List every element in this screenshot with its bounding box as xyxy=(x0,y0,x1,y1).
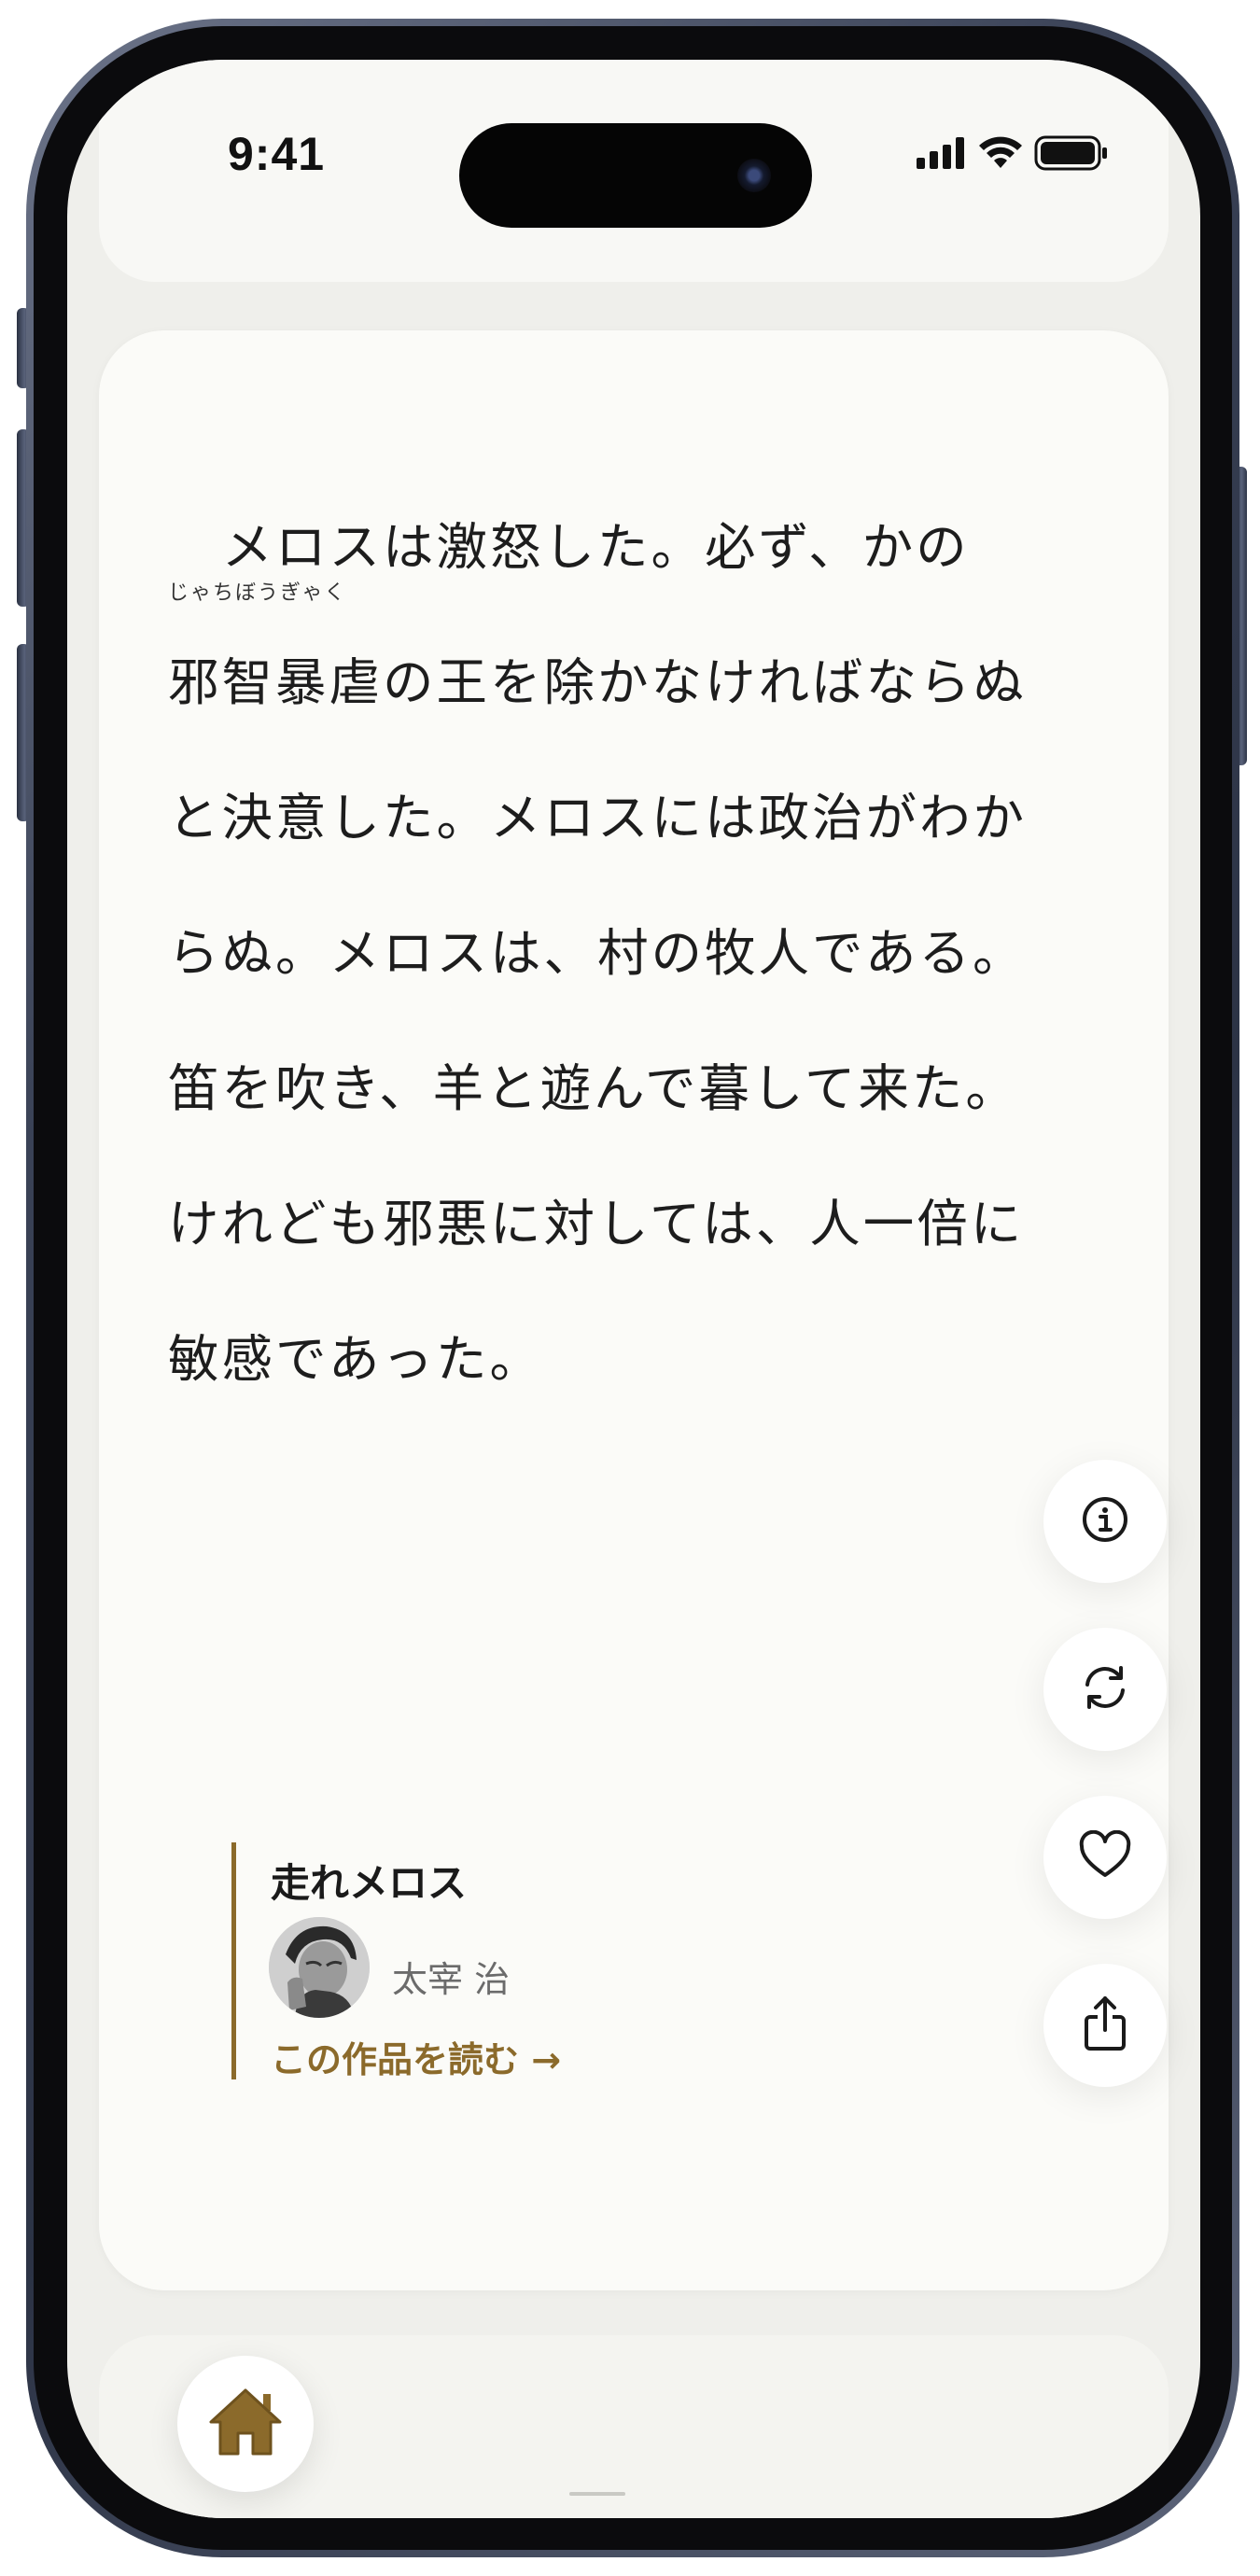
passage-line-text: らぬ。メロスは、村の牧人である。 xyxy=(168,923,1027,983)
battery-icon xyxy=(1034,135,1109,175)
passage-line-text: メロスは激怒した。必ず、かの xyxy=(168,517,970,577)
passage-line: らぬ。メロスは、村の牧人である。 xyxy=(168,912,1111,1047)
passage-line: けれども邪悪に対しては、人一倍に xyxy=(168,1183,1111,1318)
read-work-link[interactable]: この作品を読む → xyxy=(271,2031,561,2082)
quote-card: メロスは激怒した。必ず、かの じゃちぼうぎゃく 邪智暴虐の王を除かなければならぬ… xyxy=(99,330,1169,2290)
front-camera xyxy=(737,159,771,192)
author-name: 太宰 治 xyxy=(392,1959,511,2000)
share-button[interactable] xyxy=(1043,1964,1167,2087)
passage-line: 笛を吹き、羊と遊んで暮して来た。 xyxy=(168,1047,1111,1183)
dynamic-island xyxy=(459,123,812,228)
home-button[interactable] xyxy=(177,2356,314,2492)
passage-line-text: と決意した。メロスには政治がわか xyxy=(168,788,1028,847)
passage-line: 敏感であった。 xyxy=(168,1318,1111,1453)
passage-line: じゃちぼうぎゃく 邪智暴虐の王を除かなければならぬ xyxy=(168,581,1111,777)
furigana: じゃちぼうぎゃく xyxy=(168,581,347,605)
wifi-icon xyxy=(978,136,1023,174)
refresh-button[interactable] xyxy=(1043,1628,1167,1751)
home-indicator xyxy=(569,2492,625,2496)
passage-line-text: 敏感であった。 xyxy=(168,1329,543,1389)
author-avatar[interactable] xyxy=(269,1917,370,2018)
home-icon xyxy=(207,2387,284,2461)
status-icons xyxy=(917,135,1109,175)
passage-line-text: 笛を吹き、羊と遊んで暮して来た。 xyxy=(168,1058,1019,1118)
passage-line: メロスは激怒した。必ず、かの xyxy=(168,506,1111,641)
accent-bar xyxy=(231,1842,236,2079)
info-icon xyxy=(1079,1493,1131,1549)
passage-text: メロスは激怒した。必ず、かの じゃちぼうぎゃく 邪智暴虐の王を除かなければならぬ… xyxy=(168,506,1111,1453)
refresh-icon xyxy=(1078,1660,1132,1718)
share-icon xyxy=(1079,1995,1131,2056)
status-time: 9:41 xyxy=(228,128,326,180)
favorite-button[interactable] xyxy=(1043,1796,1167,1919)
signal-icon xyxy=(917,137,967,173)
heart-icon xyxy=(1078,1829,1132,1884)
passage-line: と決意した。メロスには政治がわか xyxy=(168,777,1111,912)
phone-bezel: 9:41 メロスは激怒した。必ず、かの じゃちぼうぎゃく 邪智暴虐の王を除かなけ… xyxy=(34,26,1232,2550)
passage-line-text: けれども邪悪に対しては、人一倍に xyxy=(168,1194,1025,1253)
screen: 9:41 メロスは激怒した。必ず、かの じゃちぼうぎゃく 邪智暴虐の王を除かなけ… xyxy=(67,60,1200,2518)
passage-line-text: 邪智暴虐の王を除かなければならぬ xyxy=(168,652,1028,712)
phone-frame: 9:41 メロスは激怒した。必ず、かの じゃちぼうぎゃく 邪智暴虐の王を除かなけ… xyxy=(26,19,1239,2557)
work-title: 走れメロス xyxy=(271,1860,468,1906)
info-button[interactable] xyxy=(1043,1460,1167,1583)
